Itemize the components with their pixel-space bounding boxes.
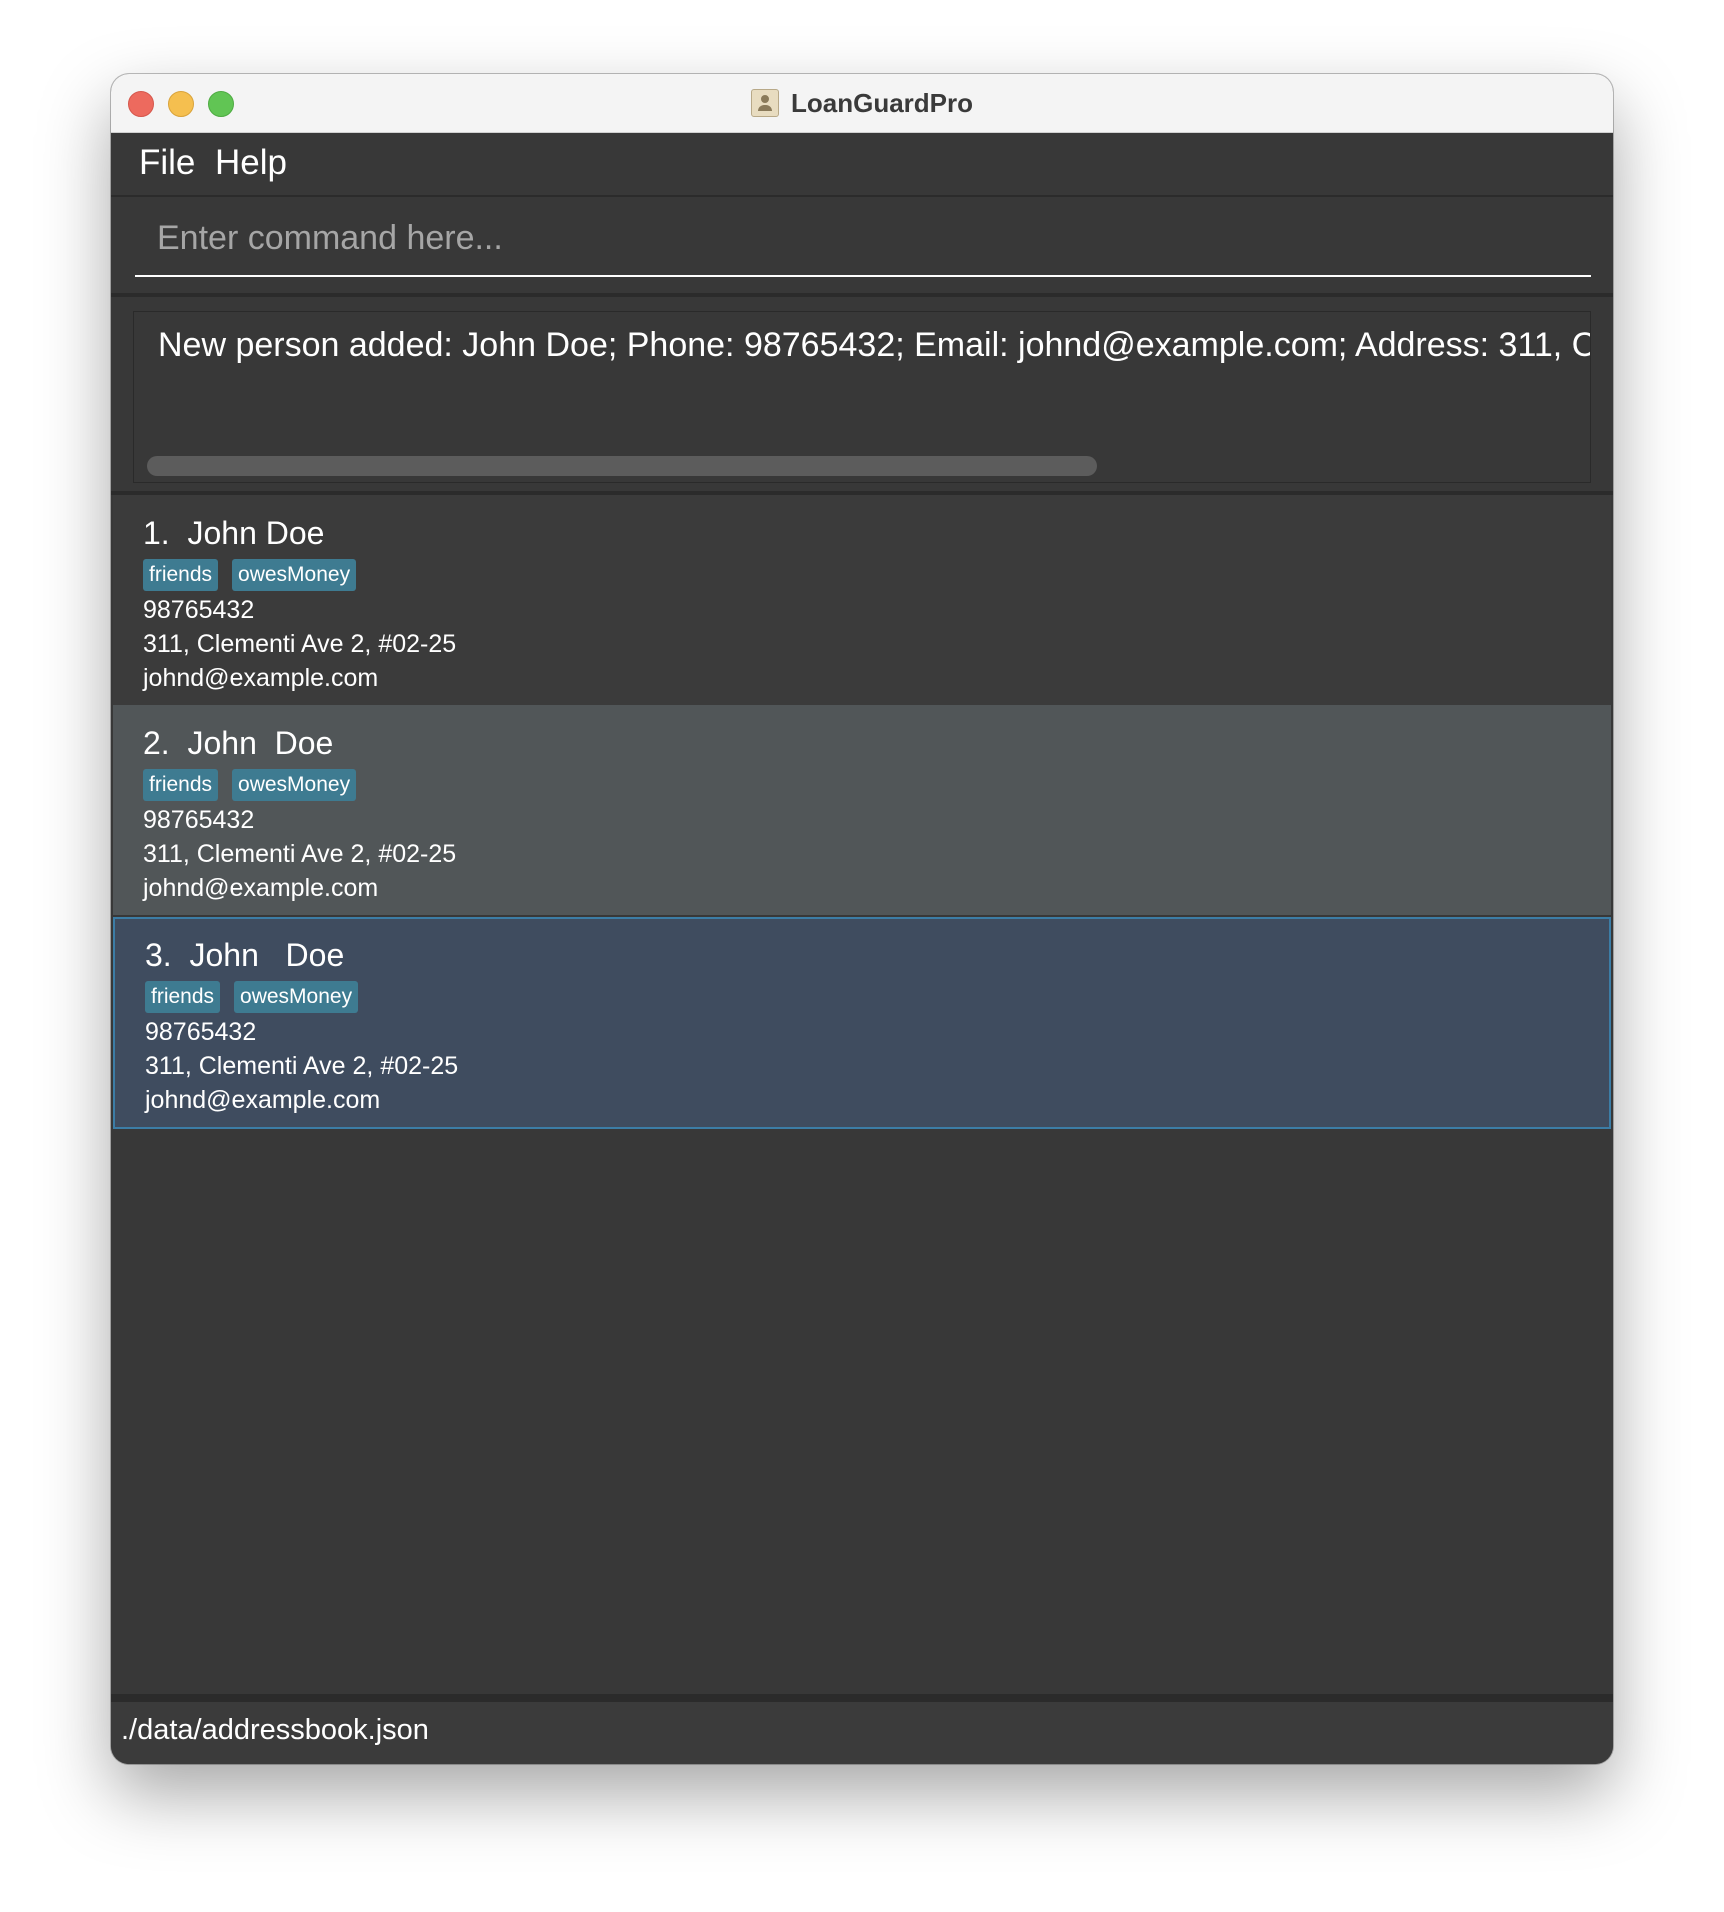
person-index: 3. <box>145 937 172 973</box>
title-wrap: LoanGuardPro <box>111 74 1613 132</box>
person-list[interactable]: 1. John Doe friends owesMoney 98765432 3… <box>113 495 1611 1691</box>
person-index: 1. <box>143 515 170 551</box>
command-input[interactable] <box>135 201 1591 277</box>
result-message: New person added: John Doe; Phone: 98765… <box>158 326 1590 364</box>
app-icon <box>750 89 779 117</box>
tag-label: friends <box>143 559 219 591</box>
tag-label: owesMoney <box>232 769 357 801</box>
person-name-line: 1. John Doe <box>143 515 456 557</box>
person-card-selected[interactable]: 3. John Doe friends owesMoney 98765432 3… <box>113 917 1611 1129</box>
status-bar: ./data/addressbook.json <box>111 1694 1613 1764</box>
result-display-panel: New person added: John Doe; Phone: 98765… <box>111 297 1613 495</box>
horizontal-scrollbar[interactable] <box>147 456 1097 476</box>
person-email: johnd@example.com <box>143 664 379 692</box>
person-name: John Doe <box>189 937 345 973</box>
tag-label: owesMoney <box>232 559 357 591</box>
person-address: 311, Clementi Ave 2, #02-25 <box>143 630 457 658</box>
save-location: ./data/addressbook.json <box>121 1714 429 1746</box>
tag-list: friends owesMoney <box>143 559 456 593</box>
tag-list: friends owesMoney <box>145 981 458 1015</box>
menu-file[interactable]: File <box>139 143 195 183</box>
tag-label: friends <box>145 981 221 1013</box>
menu-help[interactable]: Help <box>215 143 287 183</box>
title-bar: LoanGuardPro <box>111 74 1613 133</box>
person-email: johnd@example.com <box>143 874 379 902</box>
person-email: johnd@example.com <box>145 1086 381 1114</box>
app-window: LoanGuardPro File Help New person added:… <box>111 74 1613 1764</box>
menu-bar: File Help <box>111 133 1613 197</box>
window-title: LoanGuardPro <box>790 87 973 118</box>
command-box <box>111 197 1613 297</box>
person-index: 2. <box>143 725 170 761</box>
person-card[interactable]: 1. John Doe friends owesMoney 98765432 3… <box>113 495 1611 705</box>
tag-list: friends owesMoney <box>143 769 456 803</box>
person-card[interactable]: 2. John Doe friends owesMoney 98765432 3… <box>113 705 1611 915</box>
result-display[interactable]: New person added: John Doe; Phone: 98765… <box>133 311 1591 483</box>
person-address: 311, Clementi Ave 2, #02-25 <box>143 840 457 868</box>
person-name: John Doe <box>187 725 334 761</box>
person-name-line: 2. John Doe <box>143 725 456 767</box>
tag-label: friends <box>143 769 219 801</box>
person-phone: 98765432 <box>145 1018 257 1046</box>
person-address: 311, Clementi Ave 2, #02-25 <box>145 1052 459 1080</box>
person-phone: 98765432 <box>143 596 255 624</box>
person-name-line: 3. John Doe <box>145 937 458 979</box>
person-name: John Doe <box>187 515 325 551</box>
person-phone: 98765432 <box>143 806 255 834</box>
tag-label: owesMoney <box>234 981 359 1013</box>
